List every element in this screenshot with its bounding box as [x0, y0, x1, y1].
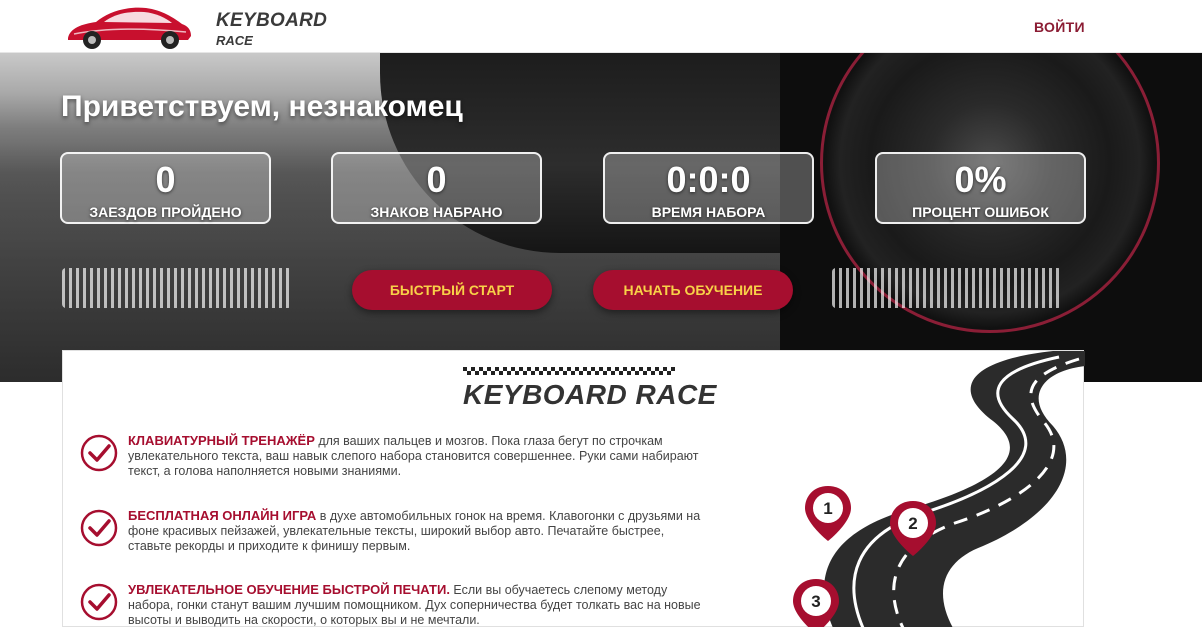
stat-value: 0 — [426, 159, 447, 200]
feature-item: УВЛЕКАТЕЛЬНОЕ ОБУЧЕНИЕ БЫСТРОЙ ПЕЧАТИ. Е… — [79, 582, 701, 627]
hero-section: Приветствуем, незнакомец 0 ЗАЕЗДОВ ПРОЙД… — [0, 53, 1202, 382]
stat-label: ЗНАКОВ НАБРАНО — [370, 204, 503, 220]
stat-typing-time: 0:0:0 ВРЕМЯ НАБОРА — [603, 152, 814, 224]
feature-highlight: КЛАВИАТУРНЫЙ ТРЕНАЖЁР — [128, 433, 315, 448]
stat-races-completed: 0 ЗАЕЗДОВ ПРОЙДЕНО — [60, 152, 271, 224]
site-logo[interactable]: KEYBOARD RACE — [64, 4, 327, 50]
intro-card: KEYBOARD RACE КЛАВИАТУРНЫЙ ТРЕНАЖЁР для … — [62, 350, 1085, 627]
stat-value: 0:0:0 — [666, 159, 751, 200]
site-header: KEYBOARD RACE ВОЙТИ — [0, 0, 1202, 53]
feature-text: БЕСПЛАТНАЯ ОНЛАЙН ИГРА в духе автомобиль… — [128, 508, 708, 554]
feature-highlight: БЕСПЛАТНАЯ ОНЛАЙН ИГРА — [128, 508, 317, 523]
road-marker-label: 3 — [811, 592, 820, 611]
logo-line1: KEYBOARD — [216, 10, 328, 31]
check-circle-icon — [80, 509, 118, 547]
start-learning-button[interactable]: НАЧАТЬ ОБУЧЕНИЕ — [593, 270, 793, 310]
road-marker-label: 2 — [908, 514, 917, 533]
checkered-flag-decoration-row2 — [463, 371, 675, 375]
feature-item: БЕСПЛАТНАЯ ОНЛАЙН ИГРА в духе автомобиль… — [79, 508, 700, 558]
tire-tread-right-decoration — [832, 268, 1062, 308]
check-circle-icon — [80, 583, 118, 621]
stat-label: ЗАЕЗДОВ ПРОЙДЕНО — [89, 204, 242, 220]
stat-label: ПРОЦЕНТ ОШИБОК — [912, 204, 1049, 220]
road-marker-1: 1 — [805, 486, 851, 541]
stat-label: ВРЕМЯ НАБОРА — [651, 204, 766, 220]
road-marker-label: 1 — [823, 499, 832, 518]
greeting-title: Приветствуем, незнакомец — [61, 90, 463, 123]
card-title: KEYBOARD RACE — [463, 379, 717, 410]
stat-chars-typed: 0 ЗНАКОВ НАБРАНО — [331, 152, 542, 224]
logo-text: KEYBOARD RACE — [216, 11, 327, 47]
stat-error-percent: 0% ПРОЦЕНТ ОШИБОК — [875, 152, 1086, 224]
quick-start-button[interactable]: БЫСТРЫЙ СТАРТ — [352, 270, 552, 310]
stat-value: 0 — [155, 159, 176, 200]
feature-highlight: УВЛЕКАТЕЛЬНОЕ ОБУЧЕНИЕ БЫСТРОЙ ПЕЧАТИ. — [128, 582, 450, 597]
login-link[interactable]: ВОЙТИ — [1034, 19, 1085, 35]
car-logo-icon — [68, 7, 191, 49]
tire-tread-left-decoration — [62, 268, 292, 308]
feature-text: КЛАВИАТУРНЫЙ ТРЕНАЖЁР для ваших пальцев … — [128, 433, 708, 479]
stat-value: 0% — [954, 159, 1007, 200]
winding-road-illustration: 1 2 3 — [793, 351, 1085, 627]
feature-text: УВЛЕКАТЕЛЬНОЕ ОБУЧЕНИЕ БЫСТРОЙ ПЕЧАТИ. Е… — [128, 582, 708, 627]
feature-item: КЛАВИАТУРНЫЙ ТРЕНАЖЁР для ваших пальцев … — [79, 433, 699, 483]
check-circle-icon — [80, 434, 118, 472]
logo-line2: RACE — [216, 33, 253, 48]
